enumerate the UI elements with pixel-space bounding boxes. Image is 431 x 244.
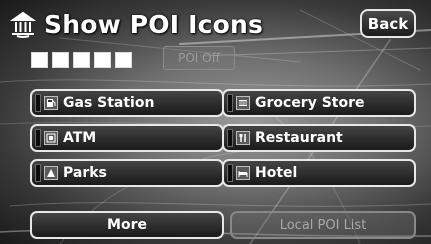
meter-segment: [31, 51, 48, 68]
poi-off-button[interactable]: POI Off: [163, 46, 235, 70]
restaurant-button[interactable]: Restaurant: [222, 124, 416, 152]
meter-segment: [73, 51, 90, 68]
selection-indicator: [227, 164, 233, 182]
selection-indicator: [227, 94, 233, 112]
atm-label: ATM: [63, 130, 97, 146]
restaurant-icon: [236, 131, 250, 145]
atm-button[interactable]: ATM: [30, 124, 224, 152]
gas-station-button[interactable]: Gas Station: [30, 89, 224, 117]
selection-indicator: [35, 164, 41, 182]
hotel-button[interactable]: Hotel: [222, 159, 416, 187]
more-button[interactable]: More: [30, 211, 224, 239]
poi-screen: Show POI Icons Back POI Off Gas Station …: [0, 0, 431, 244]
meter-segment: [52, 51, 69, 68]
atm-icon: [44, 131, 58, 145]
selection-indicator: [35, 94, 41, 112]
parks-button[interactable]: Parks: [30, 159, 224, 187]
grocery-store-label: Grocery Store: [255, 95, 365, 111]
header: Show POI Icons: [10, 6, 263, 42]
parks-icon: [44, 166, 58, 180]
gas-station-label: Gas Station: [63, 95, 155, 111]
parks-label: Parks: [63, 165, 107, 181]
back-button[interactable]: Back: [360, 9, 416, 38]
meter-segment: [115, 51, 132, 68]
selection-indicator: [35, 129, 41, 147]
poi-level-meter: [31, 51, 132, 68]
grocery-store-icon: [236, 96, 250, 110]
meter-segment: [94, 51, 111, 68]
hotel-label: Hotel: [255, 165, 298, 181]
landmark-icon: [10, 11, 36, 38]
gas-station-icon: [44, 96, 58, 110]
page-title: Show POI Icons: [44, 9, 264, 39]
selection-indicator: [227, 129, 233, 147]
restaurant-label: Restaurant: [255, 130, 343, 146]
hotel-icon: [236, 166, 250, 180]
local-poi-list-button[interactable]: Local POI List: [230, 211, 416, 239]
grocery-store-button[interactable]: Grocery Store: [222, 89, 416, 117]
